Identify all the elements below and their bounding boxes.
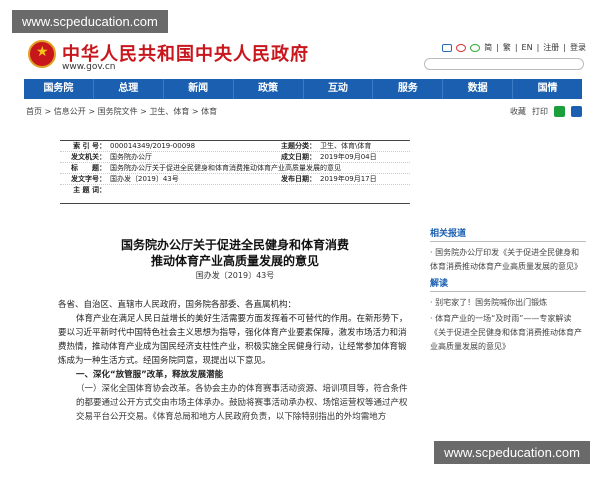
watermark-bottom: www.scpeducation.com	[434, 441, 590, 464]
meta-row: 主 题 词：	[73, 186, 106, 194]
nav-item-service[interactable]: 服务	[373, 79, 444, 99]
nav-item-news[interactable]: 新闻	[164, 79, 234, 99]
related-reports-heading: 相关报道	[430, 226, 586, 242]
collect-link[interactable]: 收藏	[510, 106, 526, 117]
nav-item-premier[interactable]: 总理	[94, 79, 164, 99]
link-login[interactable]: 登录	[570, 42, 586, 53]
section-heading: 一、深化“放管服”改革，释放发展潜能	[76, 370, 224, 380]
link-english[interactable]: EN	[522, 43, 533, 52]
page: www.scpeducation.com 中华人民共和国中央人民政府 www.g…	[0, 0, 600, 480]
meta-row: 索 引 号： 000014349/2019-00098 主题分类： 卫生、体育\…	[60, 141, 410, 152]
interpretation-link[interactable]: · 体育产业的一场“及时雨”——专家解读《关于促进全民健身和体育消费推动体育产业…	[430, 312, 586, 354]
paragraph: （一）深化全国体育协会改革。各协会主办的体育赛事活动资源、培训项目等，符合条件的…	[76, 384, 408, 422]
wechat-icon[interactable]	[470, 43, 481, 52]
link-register[interactable]: 注册	[543, 42, 559, 53]
watermark-top: www.scpeducation.com	[12, 10, 168, 33]
document-title-line1: 国务院办公厅关于促进全民健身和体育消费	[120, 238, 349, 252]
nav-item-interaction[interactable]: 互动	[304, 79, 374, 99]
greeting: 各省、自治区、直辖市人民政府，国务院各部委、各直属机构：	[58, 300, 297, 310]
paragraph: 体育产业在满足人民日益增长的美好生活需要方面发挥着不可替代的作用。在新形势下，要…	[58, 314, 408, 366]
interpretation-link[interactable]: · 别宅家了！国务院喊你出门锻炼	[430, 296, 586, 310]
search-input[interactable]	[424, 58, 584, 70]
breadcrumb-path[interactable]: 首页 > 信息公开 > 国务院文件 > 卫生、体育 > 体育	[26, 107, 217, 116]
nav-item-data[interactable]: 数据	[443, 79, 514, 99]
document-number: 国办发〔2019〕43号	[195, 271, 275, 280]
meta-row: 发文字号： 国办发〔2019〕43号 发布日期： 2019年09月17日	[60, 174, 410, 185]
meta-row: 标 题： 国务院办公厅关于促进全民健身和体育消费推动体育产业高质量发展的意见	[60, 163, 410, 174]
nav-item-policy[interactable]: 政策	[234, 79, 304, 99]
mail-icon[interactable]	[442, 43, 453, 52]
interpretation-heading: 解读	[430, 276, 586, 292]
site-url: www.gov.cn	[62, 62, 116, 72]
nav-item-national[interactable]: 国情	[513, 79, 582, 99]
document-meta-table: 索 引 号： 000014349/2019-00098 主题分类： 卫生、体育\…	[60, 140, 410, 204]
link-simplified[interactable]: 简	[484, 42, 492, 53]
breadcrumb: 首页 > 信息公开 > 国务院文件 > 卫生、体育 > 体育 收藏 打印	[26, 106, 582, 120]
weibo-icon[interactable]	[456, 43, 467, 52]
share-bar: 收藏 打印	[510, 106, 582, 117]
main-nav: 国务院 总理 新闻 政策 互动 服务 数据 国情	[24, 79, 582, 99]
national-emblem-icon	[28, 40, 56, 68]
document-body: 各省、自治区、直辖市人民政府，国务院各部委、各直属机构： 体育产业在满足人民日益…	[58, 298, 414, 424]
related-link[interactable]: · 国务院办公厅印发《关于促进全民健身和体育消费推动体育产业高质量发展的意见》	[430, 246, 586, 274]
sidebar: 相关报道 · 国务院办公厅印发《关于促进全民健身和体育消费推动体育产业高质量发展…	[430, 226, 586, 356]
meta-row: 发文机关： 国务院办公厅 成文日期： 2019年09月04日	[60, 152, 410, 163]
weibo-share-icon[interactable]	[571, 106, 582, 117]
link-traditional[interactable]: 繁	[503, 42, 511, 53]
wechat-share-icon[interactable]	[554, 106, 565, 117]
site-header: 中华人民共和国中央人民政府 www.gov.cn 简| 繁| EN| 注册| 登…	[0, 38, 600, 78]
nav-item-state-council[interactable]: 国务院	[24, 79, 94, 99]
print-link[interactable]: 打印	[532, 106, 548, 117]
top-links: 简 | 繁 | EN | 注册 | 登录	[442, 42, 586, 53]
document-title-line2: 推动体育产业高质量发展的意见	[150, 254, 319, 268]
